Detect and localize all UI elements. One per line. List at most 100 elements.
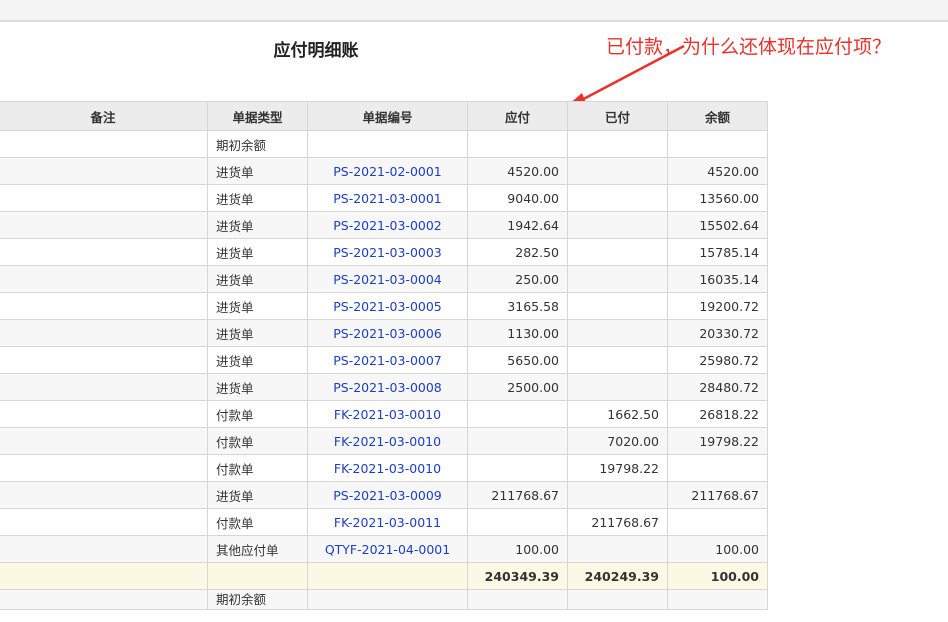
table-row: 进货单 PS-2021-03-0005 3165.58 19200.72 <box>0 292 768 320</box>
balance-cell: 100.00 <box>667 535 768 563</box>
balance-cell: 4520.00 <box>667 157 768 185</box>
paid-cell <box>567 319 668 347</box>
col-header-payable[interactable]: 应付 <box>467 101 568 131</box>
doc-number-link[interactable]: PS-2021-03-0005 <box>307 292 468 320</box>
table-row: 付款单 FK-2021-03-0010 7020.00 19798.22 <box>0 427 768 455</box>
doc-number-link[interactable]: PS-2021-03-0007 <box>307 346 468 374</box>
payable-cell: 3165.58 <box>467 292 568 320</box>
note-cell <box>0 346 208 374</box>
col-header-doc-number[interactable]: 单据编号 <box>307 101 468 131</box>
table-row: 进货单 PS-2021-03-0008 2500.00 28480.72 <box>0 373 768 401</box>
paid-cell <box>567 184 668 212</box>
doc-number-link[interactable]: FK-2021-03-0011 <box>307 508 468 536</box>
doc-type-cell: 进货单 <box>207 481 308 509</box>
table-row: 进货单 PS-2021-02-0001 4520.00 4520.00 <box>0 157 768 185</box>
paid-cell <box>567 373 668 401</box>
payable-cell: 211768.67 <box>467 481 568 509</box>
balance-cell: 15785.14 <box>667 238 768 266</box>
paid-cell: 1662.50 <box>567 400 668 428</box>
note-cell <box>0 481 208 509</box>
doc-type-cell: 付款单 <box>207 508 308 536</box>
note-cell <box>0 454 208 482</box>
col-header-balance[interactable]: 余额 <box>667 101 768 131</box>
table-row: 进货单 PS-2021-03-0002 1942.64 15502.64 <box>0 211 768 239</box>
balance-cell: 16035.14 <box>667 265 768 293</box>
payable-cell <box>467 508 568 536</box>
doc-number-link[interactable]: PS-2021-03-0006 <box>307 319 468 347</box>
balance-cell: 25980.72 <box>667 346 768 374</box>
balance-cell <box>667 454 768 482</box>
table-row: 付款单 FK-2021-03-0010 19798.22 <box>0 454 768 482</box>
balance-cell: 13560.00 <box>667 184 768 212</box>
table-row: 进货单 PS-2021-03-0003 282.50 15785.14 <box>0 238 768 266</box>
paid-cell <box>567 130 668 158</box>
note-cell <box>0 184 208 212</box>
totals-row: 240349.39 240249.39 100.00 <box>0 562 768 590</box>
paid-cell <box>567 346 668 374</box>
table-row: 进货单 PS-2021-03-0009 211768.67 211768.67 <box>0 481 768 509</box>
payable-cell: 2500.00 <box>467 373 568 401</box>
col-header-paid[interactable]: 已付 <box>567 101 668 131</box>
payable-cell: 250.00 <box>467 265 568 293</box>
ledger-table: 备注 单据类型 单据编号 应付 已付 余额 期初余额 进货单 PS-2021-02-… <box>0 101 768 610</box>
doc-type-cell: 期初余额 <box>207 130 308 158</box>
paid-cell <box>567 211 668 239</box>
total-paid: 240249.39 <box>567 562 668 590</box>
doc-number-link[interactable]: PS-2021-03-0001 <box>307 184 468 212</box>
note-cell <box>0 535 208 563</box>
col-header-note[interactable]: 备注 <box>0 101 208 131</box>
doc-number-link[interactable]: PS-2021-03-0008 <box>307 373 468 401</box>
note-cell <box>0 265 208 293</box>
note-cell <box>0 157 208 185</box>
paid-cell <box>567 481 668 509</box>
report-title: 应付明细账 <box>273 41 359 61</box>
doc-number-link[interactable]: PS-2021-03-0004 <box>307 265 468 293</box>
payable-cell: 1942.64 <box>467 211 568 239</box>
totals-code-cell <box>307 562 468 590</box>
payable-cell: 282.50 <box>467 238 568 266</box>
doc-type-cell: 进货单 <box>207 157 308 185</box>
paid-cell: 211768.67 <box>567 508 668 536</box>
doc-number-link[interactable]: PS-2021-03-0009 <box>307 481 468 509</box>
table-row: 期初余额 <box>0 130 768 158</box>
payable-cell: 5650.00 <box>467 346 568 374</box>
balance-cell: 19200.72 <box>667 292 768 320</box>
balance-cell: 26818.22 <box>667 400 768 428</box>
doc-number-link[interactable]: PS-2021-03-0003 <box>307 238 468 266</box>
doc-number-link[interactable]: QTYF-2021-04-0001 <box>307 535 468 563</box>
balance-cell: 20330.72 <box>667 319 768 347</box>
payable-cell: 100.00 <box>467 535 568 563</box>
table-row: 其他应付单 QTYF-2021-04-0001 100.00 100.00 <box>0 535 768 563</box>
doc-type-cell: 进货单 <box>207 238 308 266</box>
paid-cell <box>567 157 668 185</box>
note-cell <box>0 319 208 347</box>
table-row: 进货单 PS-2021-03-0007 5650.00 25980.72 <box>0 346 768 374</box>
balance-cell: 211768.67 <box>667 481 768 509</box>
col-header-doc-type[interactable]: 单据类型 <box>207 101 308 131</box>
doc-number-link[interactable]: FK-2021-03-0010 <box>307 400 468 428</box>
doc-number-link <box>307 130 468 158</box>
doc-type-cell: 其他应付单 <box>207 535 308 563</box>
table-row: 付款单 FK-2021-03-0010 1662.50 26818.22 <box>0 400 768 428</box>
annotation-text: 已付款，为什么还体现在应付项？ <box>606 36 892 58</box>
payable-cell: 1130.00 <box>467 319 568 347</box>
table-row: 期初余额 <box>0 589 768 610</box>
top-toolbar-strip <box>0 0 948 22</box>
doc-type-cell: 付款单 <box>207 427 308 455</box>
doc-type-cell: 进货单 <box>207 184 308 212</box>
doc-number-link[interactable]: FK-2021-03-0010 <box>307 427 468 455</box>
payable-cell <box>467 130 568 158</box>
doc-number-link[interactable]: PS-2021-02-0001 <box>307 157 468 185</box>
doc-number-link[interactable]: FK-2021-03-0010 <box>307 454 468 482</box>
paid-cell <box>567 265 668 293</box>
balance-cell: 28480.72 <box>667 373 768 401</box>
paid-cell <box>567 292 668 320</box>
balance-cell <box>667 508 768 536</box>
doc-number-link[interactable]: PS-2021-03-0002 <box>307 211 468 239</box>
balance-cell: 19798.22 <box>667 427 768 455</box>
doc-type-cell: 期初余额 <box>207 589 308 610</box>
note-cell <box>0 373 208 401</box>
paid-cell <box>567 238 668 266</box>
table-row: 进货单 PS-2021-03-0001 9040.00 13560.00 <box>0 184 768 212</box>
payable-cell <box>467 427 568 455</box>
